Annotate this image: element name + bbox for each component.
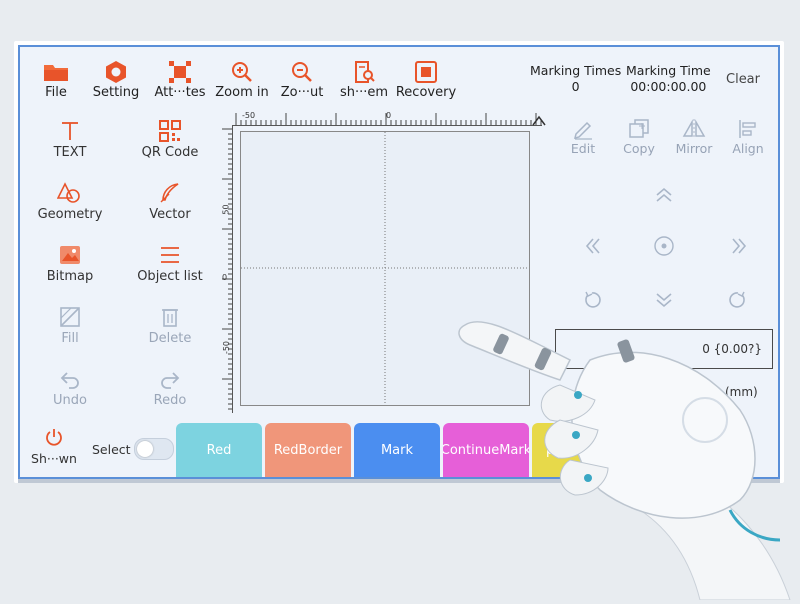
document-search-icon: [332, 59, 396, 85]
move-left-button[interactable]: [579, 231, 609, 261]
edit-label: Edit: [570, 141, 596, 156]
qr-code-tool-label: QR Code: [141, 145, 199, 160]
file-button[interactable]: File: [24, 59, 88, 105]
redo-icon: [124, 365, 216, 393]
qr-code-tool-button[interactable]: QR Code: [124, 117, 216, 167]
fill-tool-label: Fill: [61, 331, 79, 346]
mark-button[interactable]: Mark: [354, 423, 440, 477]
double-chevron-left-icon: [585, 238, 600, 254]
trash-icon: [124, 303, 216, 331]
align-icon: [720, 117, 776, 141]
zoom-out-button[interactable]: Zo···ut: [270, 59, 334, 105]
red-light-button[interactable]: Red: [176, 423, 262, 477]
delete-label: Delete: [148, 331, 192, 346]
marking-times-label: Marking Times: [530, 63, 622, 78]
text-tool-button[interactable]: TEXT: [24, 117, 116, 167]
move-up-button[interactable]: [649, 180, 679, 210]
text-tool-label: TEXT: [53, 145, 87, 160]
center-button[interactable]: [649, 231, 679, 261]
geometry-tool-label: Geometry: [37, 207, 103, 222]
pencil-icon: [555, 117, 611, 141]
ruler-label: 0: [222, 273, 228, 282]
select-label: Select: [92, 442, 131, 457]
setting-button[interactable]: Setting: [84, 59, 148, 105]
setting-label: Setting: [92, 85, 140, 100]
vector-tool-button[interactable]: Vector: [124, 179, 216, 229]
clear-button[interactable]: Clear: [726, 72, 760, 87]
move-right-button[interactable]: [723, 231, 753, 261]
marking-time-label: Marking Time: [626, 63, 711, 78]
marking-time-value: 00:00:00.00: [630, 79, 707, 94]
select-toggle[interactable]: [134, 438, 174, 460]
folder-icon: [24, 59, 88, 85]
zoom-in-icon: [210, 59, 274, 85]
geometry-icon: [24, 179, 116, 207]
zoom-in-label: Zoom in: [215, 85, 269, 100]
undo-label: Undo: [53, 393, 87, 408]
align-label: Align: [732, 141, 764, 156]
marking-times-value: 0: [571, 79, 580, 94]
recovery-label: Recovery: [395, 85, 457, 100]
redo-button[interactable]: Redo: [124, 365, 216, 415]
edit-button[interactable]: Edit: [555, 117, 611, 163]
list-icon: [124, 241, 216, 269]
recovery-icon: [394, 59, 458, 85]
show-item-button[interactable]: sh···em: [332, 59, 396, 105]
zoom-out-icon: [270, 59, 334, 85]
vertical-ruler: 50 0 -50: [220, 125, 233, 413]
ruler-label: 50: [221, 204, 231, 215]
mirror-label: Mirror: [675, 141, 713, 156]
toggle-knob: [137, 441, 153, 457]
zoom-out-label: Zo···ut: [280, 85, 324, 100]
object-list-label: Object list: [137, 269, 203, 284]
undo-icon: [24, 365, 116, 393]
horizontal-ruler: -50 0: [232, 111, 542, 126]
double-chevron-up-icon: [656, 187, 672, 202]
feather-pen-icon: [124, 179, 216, 207]
vector-tool-label: Vector: [149, 207, 191, 222]
delete-button[interactable]: Delete: [124, 303, 216, 353]
shutdown-button[interactable]: Sh···wn: [26, 427, 82, 466]
attributes-icon: [148, 59, 212, 85]
power-icon: [26, 427, 82, 451]
red-border-button[interactable]: RedBorder: [265, 423, 351, 477]
mirror-button[interactable]: Mirror: [666, 117, 722, 163]
ruler-corner-icon[interactable]: [532, 112, 546, 126]
image-icon: [24, 241, 116, 269]
ruler-label: -50: [242, 111, 256, 120]
fill-tool-button[interactable]: Fill: [24, 303, 116, 353]
text-icon: [24, 117, 116, 145]
redo-label: Redo: [153, 393, 187, 408]
geometry-tool-button[interactable]: Geometry: [24, 179, 116, 229]
mirror-icon: [666, 117, 722, 141]
double-chevron-right-icon: [732, 238, 747, 254]
robot-hand-image: [440, 300, 800, 601]
zoom-in-button[interactable]: Zoom in: [210, 59, 274, 105]
undo-button[interactable]: Undo: [24, 365, 116, 415]
attributes-button[interactable]: Att···tes: [148, 59, 212, 105]
ruler-label: 0: [386, 111, 392, 120]
marking-time-stat: Marking Time 00:00:00.00: [626, 63, 711, 95]
copy-button[interactable]: Copy: [611, 117, 667, 163]
copy-icon: [611, 117, 667, 141]
bitmap-tool-button[interactable]: Bitmap: [24, 241, 116, 291]
qr-code-icon: [124, 117, 216, 145]
target-icon: [654, 236, 674, 256]
ruler-label: -50: [222, 340, 232, 355]
file-label: File: [45, 85, 67, 100]
shutdown-label: Sh···wn: [31, 451, 77, 466]
bitmap-tool-label: Bitmap: [46, 269, 94, 284]
align-button[interactable]: Align: [720, 117, 776, 163]
marking-times-stat: Marking Times 0: [530, 63, 621, 95]
show-item-label: sh···em: [339, 85, 389, 100]
copy-label: Copy: [623, 141, 655, 156]
recovery-button[interactable]: Recovery: [394, 59, 458, 105]
object-list-button[interactable]: Object list: [124, 241, 216, 291]
fill-icon: [24, 303, 116, 331]
attributes-label: Att···tes: [154, 85, 206, 100]
gear-icon: [84, 59, 148, 85]
